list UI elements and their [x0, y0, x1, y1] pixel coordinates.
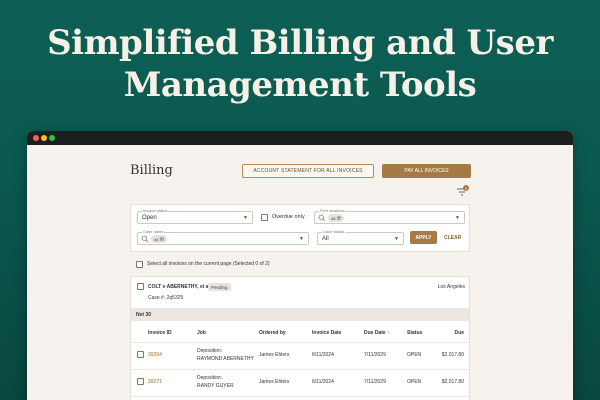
chip-remove-icon[interactable]: ×	[337, 216, 342, 220]
column-header-invoice-date[interactable]: Invoice Date	[312, 330, 341, 336]
job-witness: RANDY GUYER	[197, 383, 234, 389]
invoice-status-select[interactable]: Invoice status Open ▼	[137, 208, 253, 224]
amount-due: $2,017.80	[441, 379, 464, 385]
select-all-label: Select all invoices on the current page …	[147, 261, 270, 267]
case-name-chip[interactable]: All ×	[151, 235, 168, 243]
job-type: Deposition:	[197, 375, 223, 381]
maximize-window-dot[interactable]	[49, 135, 55, 141]
case-name-select[interactable]: Case name All × ▼	[137, 229, 309, 245]
firm-locations-chip[interactable]: All ×	[328, 214, 345, 222]
invoice-status: OPEN	[407, 379, 422, 385]
hero-line-1: Simplified Billing and User	[47, 23, 553, 63]
due-date: 7/11/2029	[364, 379, 386, 385]
firm-locations-label: Firm locations	[319, 208, 346, 213]
column-header-ordered-by[interactable]: Ordered by	[259, 330, 286, 336]
hero-heading: Simplified Billing and User Management T…	[0, 22, 600, 106]
chevron-down-icon: ▼	[455, 215, 460, 221]
column-header-invoice-id[interactable]: Invoice ID	[148, 330, 172, 336]
row-checkbox[interactable]	[137, 351, 144, 358]
row-divider	[131, 342, 469, 343]
invoice-status: OPEN	[407, 352, 422, 358]
column-header-status[interactable]: Status	[407, 330, 422, 336]
column-header-job[interactable]: Job	[197, 330, 206, 336]
search-icon	[318, 214, 326, 222]
minimize-window-dot[interactable]	[41, 135, 47, 141]
group-header: Net 30	[131, 308, 469, 321]
status-badge: Pending	[208, 283, 231, 291]
case-status-value: All	[322, 236, 329, 242]
case-card: COLT v ABERNETHY, et al. Pending Los Ang…	[130, 276, 470, 400]
search-icon	[141, 235, 149, 243]
case-number: Case #: 2q5325	[148, 295, 184, 301]
row-divider	[131, 396, 469, 397]
sort-arrow-icon: ↑	[387, 330, 390, 336]
window-titlebar	[27, 131, 573, 145]
close-window-dot[interactable]	[33, 135, 39, 141]
hero-line-2: Management Tools	[123, 65, 477, 105]
invoice-date: 6/11/2024	[312, 379, 334, 385]
firm-locations-chip-label: All	[331, 215, 336, 221]
job-witness: RAYMOND ABERNETHY	[197, 356, 254, 362]
case-title: COLT v ABERNETHY, et al.	[148, 284, 212, 290]
case-checkbox[interactable]	[137, 283, 144, 290]
invoice-id-link[interactable]: 39271	[148, 379, 162, 385]
app-window: Billing ACCOUNT STATEMENT FOR ALL INVOIC…	[27, 131, 573, 400]
chevron-down-icon: ▼	[394, 236, 399, 242]
chip-remove-icon[interactable]: ×	[160, 237, 165, 241]
column-header-due-date[interactable]: Due Date ↑	[364, 330, 390, 336]
select-all-text: Select all invoices on the current page	[147, 261, 232, 267]
select-all-checkbox[interactable]	[136, 261, 143, 268]
firm-locations-select[interactable]: Firm locations All × ▼	[314, 208, 465, 224]
row-checkbox[interactable]	[137, 378, 144, 385]
invoice-id-link[interactable]: 39264	[148, 352, 162, 358]
row-divider	[131, 369, 469, 370]
ordered-by: James Ehlers	[259, 379, 290, 385]
select-all-count: (Selected 0 of 2)	[232, 261, 270, 267]
page-title: Billing	[130, 163, 173, 178]
filter-count-badge: 1	[463, 185, 469, 191]
overdue-only-label: Overdue only	[272, 214, 305, 220]
clear-button[interactable]: CLEAR	[444, 235, 461, 241]
due-date-header-label: Due Date	[364, 330, 386, 336]
filter-panel: Invoice status Open ▼ Overdue only Firm …	[130, 204, 470, 252]
group-label: Net 30	[136, 312, 152, 318]
pay-all-invoices-button[interactable]: PAY ALL INVOICES	[382, 164, 471, 178]
invoice-date: 6/11/2024	[312, 352, 334, 358]
apply-button[interactable]: APPLY	[410, 231, 437, 244]
invoice-status-label: Invoice status	[142, 208, 169, 213]
overdue-only-checkbox[interactable]	[261, 214, 268, 221]
column-header-due[interactable]: Due	[455, 330, 464, 336]
chevron-down-icon: ▼	[243, 215, 248, 221]
job-type: Deposition:	[197, 348, 223, 354]
ordered-by: James Ehlers	[259, 352, 290, 358]
account-statement-button[interactable]: ACCOUNT STATEMENT FOR ALL INVOICES	[242, 164, 374, 178]
case-status-select[interactable]: Case status All ▼	[317, 229, 404, 245]
case-status-label: Case status	[322, 229, 346, 234]
chevron-down-icon: ▼	[299, 236, 304, 242]
case-name-label: Case name	[142, 229, 165, 234]
invoice-status-value: Open	[142, 215, 157, 221]
case-name-chip-label: All	[154, 236, 159, 242]
case-location: Los Angeles	[437, 284, 465, 290]
amount-due: $2,017.80	[441, 352, 464, 358]
due-date: 7/11/2029	[364, 352, 386, 358]
